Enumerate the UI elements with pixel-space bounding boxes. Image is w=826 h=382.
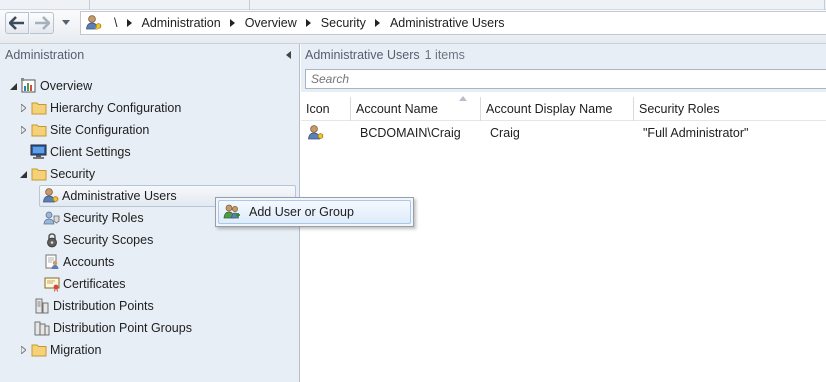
admin-user-icon (307, 122, 327, 144)
cell-account-name: BCDOMAIN\Craig (360, 126, 461, 140)
tree-item-label: Distribution Points (53, 299, 154, 313)
expanded-arrow-icon[interactable] (6, 79, 20, 93)
results-count: 1 items (424, 48, 465, 62)
chevron-right-icon[interactable] (124, 18, 134, 28)
tree-item-security-roles[interactable]: Security Roles (43, 208, 144, 228)
column-header-label: Account Name (356, 102, 438, 116)
menu-item-add-user-or-group[interactable]: Add User or Group (218, 200, 411, 224)
tree-item-label: Distribution Point Groups (53, 321, 192, 335)
accounts-icon (43, 253, 61, 271)
search-bar (301, 66, 826, 92)
collapse-pane-icon[interactable] (282, 48, 294, 62)
history-dropdown[interactable] (58, 12, 74, 34)
chevron-right-icon[interactable] (304, 18, 314, 28)
table-row[interactable]: BCDOMAIN\Craig Craig "Full Administrator… (301, 122, 826, 144)
collapsed-arrow-icon[interactable] (16, 123, 30, 137)
certificate-icon (43, 275, 61, 293)
add-user-group-icon (219, 201, 245, 223)
tree-item-client-settings[interactable]: Client Settings (30, 142, 131, 162)
tree-item-accounts[interactable]: Accounts (43, 252, 114, 272)
admin-user-icon (42, 187, 60, 205)
results-header: Administrative Users 1 items (301, 44, 826, 66)
folder-icon (30, 341, 48, 359)
admin-user-icon (81, 12, 107, 34)
menu-item-label: Add User or Group (249, 205, 354, 219)
title-strip (0, 0, 826, 10)
breadcrumb-security[interactable]: Security (314, 16, 373, 30)
tree-item-label: Migration (50, 343, 102, 357)
back-button[interactable] (5, 12, 29, 34)
client-settings-icon (30, 143, 48, 161)
arrow-left-icon (9, 16, 24, 30)
column-header-icon[interactable]: Icon (301, 97, 351, 121)
column-header-account-display-name[interactable]: Account Display Name (481, 97, 634, 121)
address-bar: \ Administration Overview Security Admin… (0, 0, 826, 44)
column-header-security-roles[interactable]: Security Roles (634, 97, 826, 121)
search-input[interactable] (305, 69, 826, 89)
context-menu: Add User or Group (215, 197, 414, 227)
cell-display-name: Craig (490, 126, 520, 140)
expanded-arrow-icon[interactable] (16, 167, 30, 181)
overview-icon (20, 77, 38, 95)
tree-item-certificates[interactable]: Certificates (43, 274, 126, 294)
tree-item-label: Accounts (63, 255, 115, 269)
tree-item-label: Administrative Users (62, 189, 177, 203)
tree-item-hierarchy-configuration[interactable]: Hierarchy Configuration (16, 98, 181, 118)
tree-item-distribution-point-groups[interactable]: Distribution Point Groups (33, 318, 192, 338)
cell-security-roles: "Full Administrator" (643, 126, 749, 140)
tree-item-label: Certificates (63, 277, 126, 291)
breadcrumb-root[interactable]: \ (107, 16, 124, 30)
breadcrumb-administration[interactable]: Administration (134, 16, 227, 30)
tree-item-migration[interactable]: Migration (16, 340, 101, 360)
forward-button[interactable] (30, 12, 54, 34)
sort-ascending-icon (459, 96, 467, 101)
distribution-points-icon (33, 297, 51, 315)
tree-item-security[interactable]: Security (16, 164, 95, 184)
security-scopes-icon (43, 231, 61, 249)
results-title: Administrative Users (305, 48, 420, 62)
tree-item-overview[interactable]: Overview (6, 76, 92, 96)
chevron-right-icon[interactable] (228, 18, 238, 28)
tree-item-label: Client Settings (50, 145, 131, 159)
tree-item-label: Security Scopes (63, 233, 154, 247)
tree-item-label: Security Roles (63, 211, 144, 225)
breadcrumb-administrative-users[interactable]: Administrative Users (383, 16, 512, 30)
grid-header: Icon Account Name Account Display Name S… (301, 96, 826, 121)
collapsed-arrow-icon[interactable] (16, 343, 30, 357)
tree-item-label: Security (50, 167, 96, 181)
breadcrumb-overview[interactable]: Overview (238, 16, 304, 30)
column-header-account-name[interactable]: Account Name (351, 96, 481, 121)
chevron-right-icon[interactable] (373, 18, 383, 28)
folder-icon (30, 165, 48, 183)
folder-icon (30, 121, 48, 139)
security-roles-icon (43, 209, 61, 227)
tree-item-distribution-points[interactable]: Distribution Points (33, 296, 154, 316)
breadcrumb: \ Administration Overview Security Admin… (80, 11, 826, 35)
tree-item-label: Hierarchy Configuration (50, 101, 182, 115)
navigation-header: Administration (0, 44, 299, 66)
folder-icon (30, 99, 48, 117)
tree-item-label: Overview (40, 79, 93, 93)
tree-item-site-configuration[interactable]: Site Configuration (16, 120, 149, 140)
navigation-header-title: Administration (5, 48, 85, 62)
arrow-right-icon (34, 16, 50, 30)
distribution-point-groups-icon (33, 319, 51, 337)
tree-item-label: Site Configuration (50, 123, 150, 137)
collapsed-arrow-icon[interactable] (16, 101, 30, 115)
chevron-down-icon (62, 20, 70, 25)
tree-item-security-scopes[interactable]: Security Scopes (43, 230, 153, 250)
